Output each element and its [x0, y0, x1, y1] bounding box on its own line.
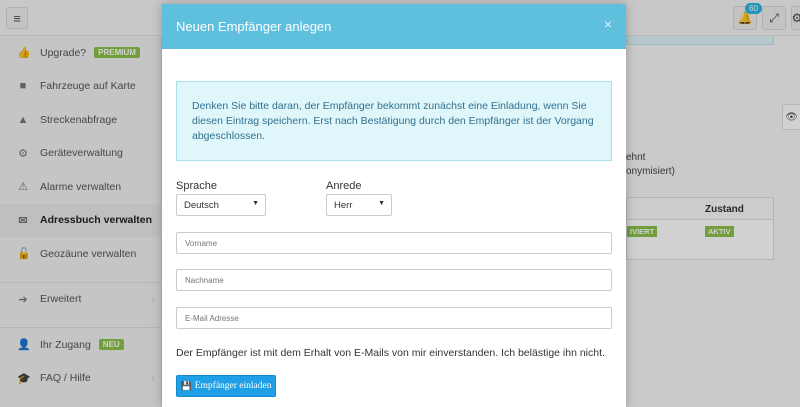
email-input[interactable]: E-Mail Adresse	[176, 307, 612, 329]
lastname-input[interactable]: Nachname	[176, 269, 612, 291]
invite-recipient-button[interactable]: 💾 Empfänger einladen	[176, 375, 276, 397]
invite-button-label: Empfänger einladen	[194, 381, 272, 391]
new-recipient-modal: Neuen Empfänger anlegen × Denken Sie bit…	[162, 4, 626, 407]
modal-title: Neuen Empfänger anlegen	[176, 19, 332, 34]
info-alert: Denken Sie bitte daran, der Empfänger be…	[176, 81, 612, 161]
close-icon[interactable]: ×	[604, 16, 612, 32]
caret-down-icon: ▼	[252, 200, 259, 207]
caret-down-icon: ▼	[378, 200, 385, 207]
salutation-select[interactable]: Herr ▼	[326, 194, 392, 216]
save-icon: 💾	[180, 380, 192, 391]
language-label: Sprache	[176, 180, 217, 192]
consent-text: Der Empfänger ist mit dem Erhalt von E-M…	[176, 347, 605, 359]
salutation-value: Herr	[334, 200, 353, 211]
language-select[interactable]: Deutsch ▼	[176, 194, 266, 216]
firstname-input[interactable]: Vorname	[176, 232, 612, 254]
language-value: Deutsch	[184, 200, 219, 211]
modal-header: Neuen Empfänger anlegen ×	[162, 4, 626, 49]
salutation-label: Anrede	[326, 180, 362, 192]
